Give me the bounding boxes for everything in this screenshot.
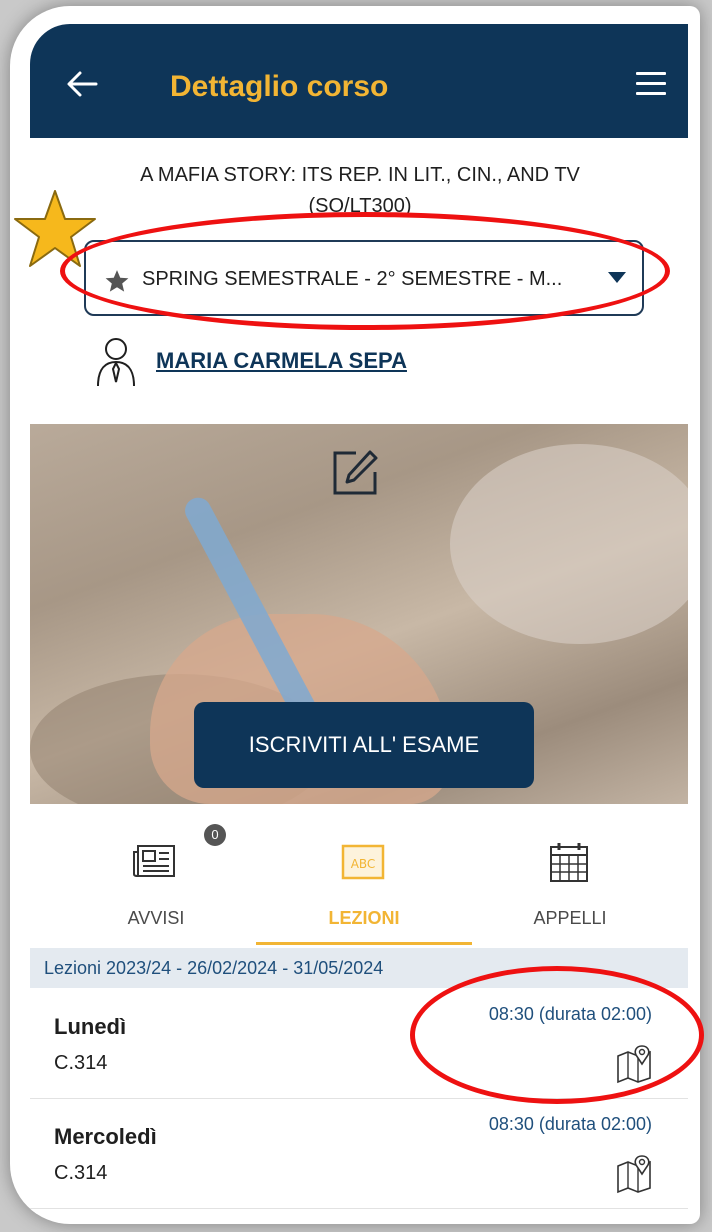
map-location-icon[interactable] [616,1154,654,1194]
exam-signup-button[interactable]: ISCRIVITI ALL' ESAME [194,702,534,788]
page-title: Dettaglio corso [170,70,389,103]
hamburger-menu-icon[interactable] [636,72,666,96]
annotation-highlight-time [410,966,704,1104]
edit-icon[interactable] [330,448,380,498]
tab-appelli[interactable]: APPELLI [470,808,670,948]
tab-bar: 0 AVVISI ABC LEZIONI APPELLI [30,808,688,948]
tab-lezioni-label: LEZIONI [328,908,400,928]
teacher-name-link[interactable]: MARIA CARMELA SEPA [156,348,407,374]
calendar-icon [550,843,588,882]
tab-avvisi-label: AVVISI [127,908,185,928]
teacher-icon [97,338,135,387]
notification-badge: 0 [204,824,226,846]
course-title-line1: A MAFIA STORY: ITS REP. IN LIT., CIN., A… [140,164,580,186]
annotation-highlight-semester [60,212,670,330]
lesson-row[interactable]: Mercoledì C.314 08:30 (durata 02:00) [30,1100,688,1209]
tab-appelli-label: APPELLI [533,908,607,928]
app-header: Dettaglio corso [30,24,688,138]
lesson-room: C.314 [54,1162,108,1184]
tab-lezioni[interactable]: ABC LEZIONI [264,808,464,948]
lesson-day: Lunedì [54,1014,127,1039]
svg-text:ABC: ABC [351,857,376,871]
course-banner-image: ISCRIVITI ALL' ESAME [30,424,688,804]
active-tab-indicator [256,942,472,945]
lesson-time: 08:30 (durata 02:00) [488,1114,652,1134]
lesson-room: C.314 [54,1052,108,1074]
blackboard-icon: ABC [341,844,385,880]
lesson-day: Mercoledì [54,1124,157,1149]
newspaper-icon [133,845,175,877]
back-arrow-icon[interactable] [66,70,98,98]
tab-avvisi[interactable]: 0 AVVISI [56,808,256,948]
